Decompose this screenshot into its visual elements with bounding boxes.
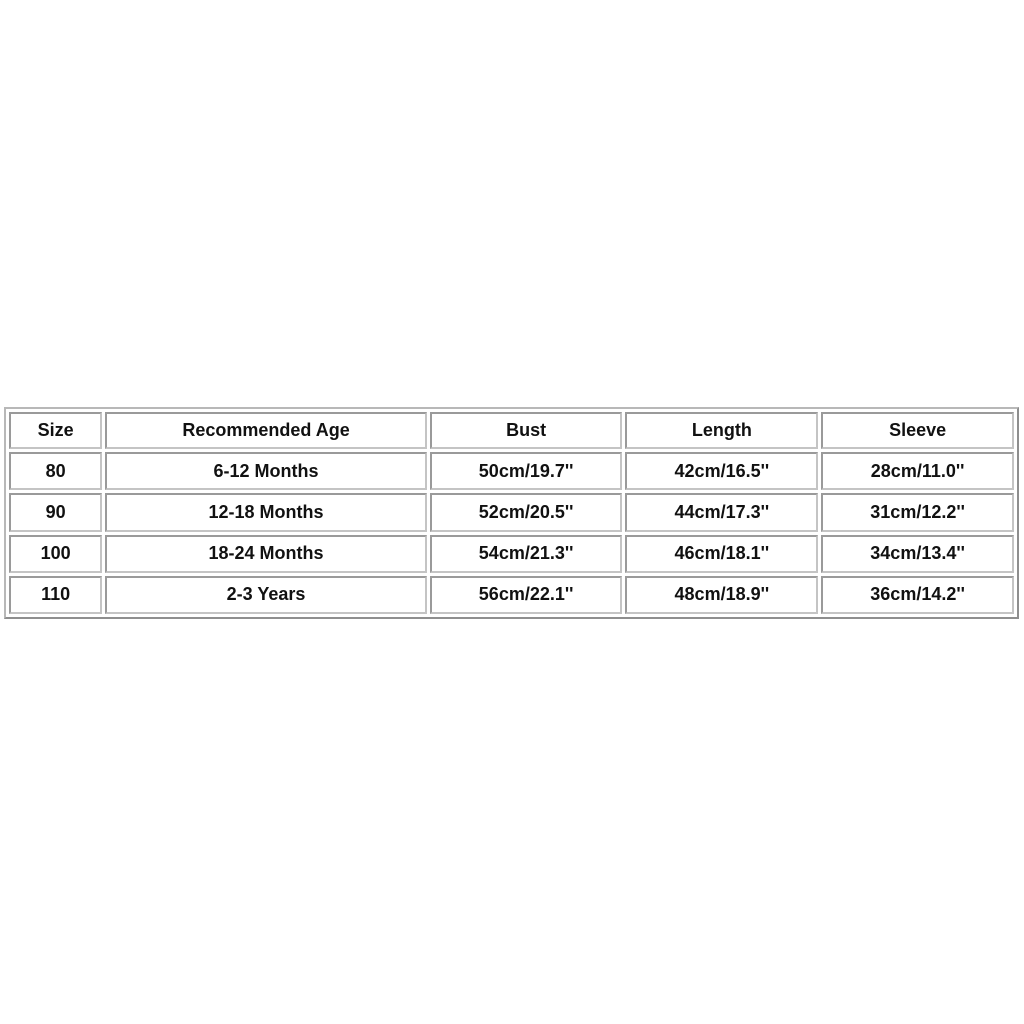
- cell-age: 6-12 Months: [105, 452, 427, 491]
- size-chart-table: Size Recommended Age Bust Length Sleeve …: [4, 407, 1019, 619]
- cell-size: 80: [9, 452, 103, 491]
- cell-sleeve: 36cm/14.2'': [821, 575, 1014, 614]
- cell-sleeve: 31cm/12.2'': [821, 493, 1014, 532]
- cell-length: 44cm/17.3'': [625, 493, 819, 532]
- cell-age: 12-18 Months: [105, 493, 427, 532]
- cell-size: 110: [9, 575, 103, 614]
- cell-length: 48cm/18.9'': [625, 575, 819, 614]
- cell-sleeve: 34cm/13.4'': [821, 534, 1014, 573]
- table-row: 90 12-18 Months 52cm/20.5'' 44cm/17.3'' …: [9, 493, 1014, 532]
- header-size: Size: [9, 412, 103, 449]
- header-sleeve: Sleeve: [821, 412, 1014, 449]
- cell-size: 90: [9, 493, 103, 532]
- cell-age: 2-3 Years: [105, 575, 427, 614]
- cell-bust: 54cm/21.3'': [429, 534, 623, 573]
- table-row: 110 2-3 Years 56cm/22.1'' 48cm/18.9'' 36…: [9, 575, 1014, 614]
- cell-size: 100: [9, 534, 103, 573]
- table-row: 80 6-12 Months 50cm/19.7'' 42cm/16.5'' 2…: [9, 452, 1014, 491]
- header-length: Length: [625, 412, 819, 449]
- header-bust: Bust: [429, 412, 623, 449]
- cell-bust: 56cm/22.1'': [429, 575, 623, 614]
- header-recommended-age: Recommended Age: [105, 412, 427, 449]
- table-row: 100 18-24 Months 54cm/21.3'' 46cm/18.1''…: [9, 534, 1014, 573]
- cell-length: 42cm/16.5'': [625, 452, 819, 491]
- cell-length: 46cm/18.1'': [625, 534, 819, 573]
- header-row: Size Recommended Age Bust Length Sleeve: [9, 412, 1014, 449]
- cell-sleeve: 28cm/11.0'': [821, 452, 1014, 491]
- cell-age: 18-24 Months: [105, 534, 427, 573]
- cell-bust: 50cm/19.7'': [429, 452, 623, 491]
- cell-bust: 52cm/20.5'': [429, 493, 623, 532]
